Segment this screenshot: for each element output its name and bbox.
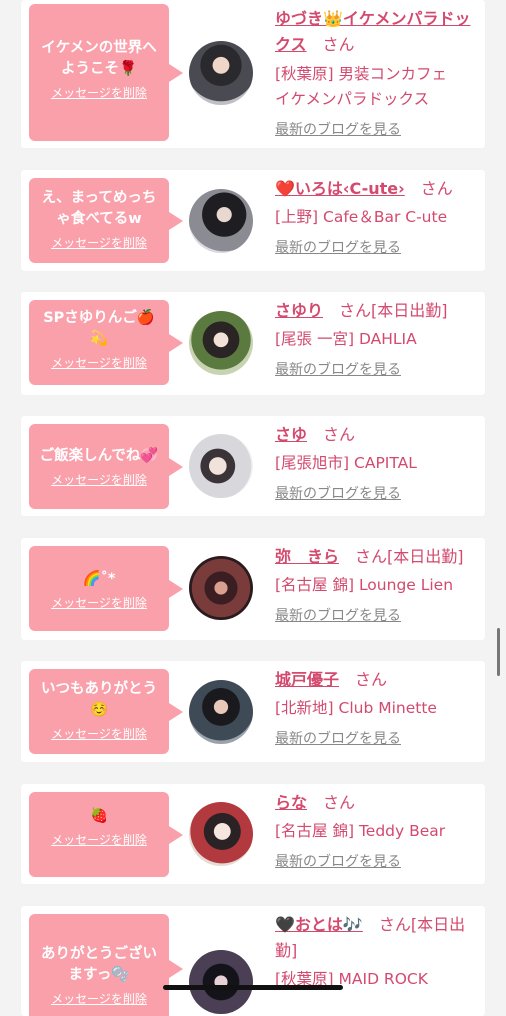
- avatar[interactable]: [189, 680, 253, 744]
- status-badge: [本日出勤]: [371, 301, 448, 320]
- list-item: いつもありがとう ☺️ メッセージを削除 城戸優子 さん [北新地] Club …: [21, 661, 485, 762]
- message-bubble: ご飯楽しんでね💞 メッセージを削除: [29, 424, 183, 509]
- avatar[interactable]: [189, 950, 253, 1014]
- honorific: さん: [322, 35, 355, 54]
- cast-info: さゆ さん [尾張旭市] CAPITAL 最新のブログを見る: [275, 422, 477, 504]
- message-text: いつもありがとう ☺️: [41, 681, 157, 718]
- list-item: 🌈˚* メッセージを削除 弥 きら さん[本日出勤] [名古屋 錦] Loung…: [21, 538, 485, 640]
- message-bubble: ありがとうござい ますっ🫧 メッセージを削除: [29, 914, 183, 1016]
- message-text: ご飯楽しんでね💞: [39, 448, 159, 464]
- cast-name-link[interactable]: らな: [275, 793, 307, 812]
- cast-name-link[interactable]: 弥 きら: [275, 547, 339, 566]
- message-text: イケメンの世界へ ようこそ🌹: [41, 40, 157, 77]
- message-text: え、まってめっち ゃ食べてるw: [41, 190, 157, 227]
- list-item: 🍓 メッセージを削除 らな さん [名古屋 錦] Teddy Bear 最新のブ…: [21, 784, 485, 884]
- honorific: さん: [339, 301, 372, 320]
- shop-name: [尾張 一宮] DAHLIA: [275, 330, 417, 348]
- latest-blog-link[interactable]: 最新のブログを見る: [275, 729, 401, 749]
- home-indicator[interactable]: [163, 985, 343, 990]
- avatar[interactable]: [189, 41, 253, 105]
- cast-name-link[interactable]: さゆ: [275, 425, 307, 444]
- honorific: さん: [323, 425, 356, 444]
- latest-blog-link[interactable]: 最新のブログを見る: [275, 484, 401, 504]
- shop-name: [尾張旭市] CAPITAL: [275, 454, 417, 472]
- delete-message-link[interactable]: メッセージを削除: [51, 471, 147, 488]
- delete-message-link[interactable]: メッセージを削除: [51, 594, 147, 611]
- latest-blog-link[interactable]: 最新のブログを見る: [275, 606, 401, 626]
- latest-blog-link[interactable]: 最新のブログを見る: [275, 238, 401, 258]
- honorific: さん: [420, 179, 453, 198]
- list-item: ご飯楽しんでね💞 メッセージを削除 さゆ さん [尾張旭市] CAPITAL 最…: [21, 416, 485, 516]
- message-bubble: イケメンの世界へ ようこそ🌹 メッセージを削除: [29, 4, 183, 141]
- cast-name-link[interactable]: 城戸優子: [275, 670, 339, 689]
- honorific: さん: [378, 915, 411, 934]
- delete-message-link[interactable]: メッセージを削除: [51, 354, 147, 371]
- list-item: え、まってめっち ゃ食べてるw メッセージを削除 ❤️いろは‹C-ute› さん…: [21, 170, 485, 271]
- honorific: さん: [323, 793, 356, 812]
- cast-name-link[interactable]: ゆづき👑イケメンパラドックス: [275, 9, 470, 54]
- message-text: ありがとうござい ますっ🫧: [41, 946, 157, 983]
- message-text: 🌈˚*: [82, 571, 116, 587]
- delete-message-link[interactable]: メッセージを削除: [51, 234, 147, 251]
- message-bubble: いつもありがとう ☺️ メッセージを削除: [29, 669, 183, 754]
- avatar[interactable]: [189, 802, 253, 866]
- latest-blog-link[interactable]: 最新のブログを見る: [275, 852, 401, 872]
- cast-name-link[interactable]: ❤️いろは‹C-ute›: [275, 179, 405, 198]
- list-item: イケメンの世界へ ようこそ🌹 メッセージを削除 ゆづき👑イケメンパラドックス さ…: [21, 0, 485, 148]
- cast-info: 🖤おとは🎶 さん[本日出勤] [秋葉原] MAID ROCK: [275, 912, 477, 992]
- message-bubble: 🍓 メッセージを削除: [29, 792, 183, 877]
- delete-message-link[interactable]: メッセージを削除: [51, 990, 147, 1007]
- message-text: 🍓: [89, 808, 109, 824]
- latest-blog-link[interactable]: 最新のブログを見る: [275, 360, 401, 380]
- cast-info: さゆり さん[本日出勤] [尾張 一宮] DAHLIA 最新のブログを見る: [275, 298, 477, 380]
- message-bubble: え、まってめっち ゃ食べてるw メッセージを削除: [29, 178, 183, 263]
- cast-info: ❤️いろは‹C-ute› さん [上野] Cafe＆Bar C-ute 最新のブ…: [275, 176, 477, 258]
- delete-message-link[interactable]: メッセージを削除: [51, 84, 147, 101]
- cast-info: 城戸優子 さん [北新地] Club Minette 最新のブログを見る: [275, 667, 477, 749]
- shop-name: [上野] Cafe＆Bar C-ute: [275, 208, 448, 226]
- latest-blog-link[interactable]: 最新のブログを見る: [275, 120, 401, 140]
- honorific: さん: [355, 670, 388, 689]
- avatar[interactable]: [189, 189, 253, 253]
- list-item: SPさゆりんご🍎 💫 メッセージを削除 さゆり さん[本日出勤] [尾張 一宮]…: [21, 292, 485, 395]
- cast-info: 弥 きら さん[本日出勤] [名古屋 錦] Lounge Lien 最新のブログ…: [275, 544, 477, 626]
- avatar[interactable]: [189, 434, 253, 498]
- cast-info: ゆづき👑イケメンパラドックス さん [秋葉原] 男装コンカフェ イケメンパラドッ…: [275, 6, 477, 140]
- delete-message-link[interactable]: メッセージを削除: [51, 831, 147, 848]
- status-badge: [本日出勤]: [387, 547, 464, 566]
- cast-info: らな さん [名古屋 錦] Teddy Bear 最新のブログを見る: [275, 790, 477, 872]
- shop-name: [北新地] Club Minette: [275, 699, 437, 717]
- scrollbar-thumb[interactable]: [497, 628, 500, 676]
- message-text: SPさゆりんご🍎 💫: [43, 310, 155, 347]
- shop-name: [名古屋 錦] Teddy Bear: [275, 822, 446, 840]
- avatar[interactable]: [189, 311, 253, 375]
- cast-name-link[interactable]: さゆり: [275, 301, 323, 320]
- shop-name: [秋葉原] 男装コンカフェ イケメンパラドックス: [275, 65, 448, 108]
- message-bubble: SPさゆりんご🍎 💫 メッセージを削除: [29, 300, 183, 385]
- avatar[interactable]: [189, 556, 253, 620]
- honorific: さん: [355, 547, 388, 566]
- shop-name: [名古屋 錦] Lounge Lien: [275, 576, 454, 594]
- message-bubble: 🌈˚* メッセージを削除: [29, 546, 183, 631]
- cast-name-link[interactable]: 🖤おとは🎶: [275, 915, 363, 934]
- delete-message-link[interactable]: メッセージを削除: [51, 725, 147, 742]
